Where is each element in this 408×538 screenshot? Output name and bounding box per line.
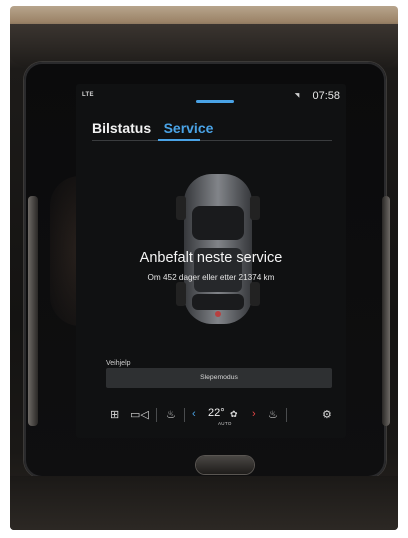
service-title: Anbefalt neste service — [139, 250, 283, 266]
auto-mode-label: AUTO — [218, 421, 232, 426]
gear-icon[interactable]: ⚙ — [322, 408, 332, 421]
service-subtitle: Om 452 dager eller etter 21374 km — [147, 273, 275, 282]
roadside-label: Veihjelp — [106, 360, 131, 367]
divider — [156, 408, 157, 422]
camera-icon[interactable]: ▭◁ — [130, 408, 149, 421]
grid-menu-icon[interactable]: ⊞ — [110, 408, 119, 421]
network-indicator: LTE — [82, 92, 94, 98]
volume-knob[interactable] — [196, 456, 254, 474]
console-bottom — [10, 476, 398, 530]
fan-icon[interactable]: ✿ — [230, 409, 238, 420]
status-bar: LTE ◥ 07:58 — [76, 84, 346, 106]
clock: 07:58 — [312, 90, 340, 102]
seat-heat-left-icon[interactable]: ♨ — [166, 408, 176, 421]
pull-down-handle[interactable] — [196, 100, 234, 103]
tab-service[interactable]: Service — [164, 120, 214, 136]
tab-bar: Bilstatus Service — [92, 120, 221, 138]
tow-mode-button[interactable]: Slepemodus — [106, 368, 332, 388]
tab-divider — [92, 140, 332, 141]
tab-active-underline — [158, 139, 200, 141]
divider — [184, 408, 185, 422]
divider — [286, 408, 287, 422]
infotainment-screen: LTE ◥ 07:58 Bilstatus Service Anbefalt n… — [76, 84, 346, 438]
tow-mode-label: Slepemodus — [200, 374, 238, 381]
status-right: ◥ 07:58 — [295, 90, 340, 102]
tab-bilstatus[interactable]: Bilstatus — [92, 120, 151, 136]
climate-bar: ⊞ ▭◁ ♨ ‹ 22° ✿ AUTO › ♨ ⚙ — [100, 402, 336, 428]
temp-down-icon[interactable]: ‹ — [192, 408, 196, 420]
seat-heat-right-icon[interactable]: ♨ — [268, 408, 278, 421]
temperature-value[interactable]: 22° — [208, 407, 225, 419]
signal-icon: ◥ — [294, 93, 300, 99]
car-top-view-icon — [176, 174, 260, 324]
left-trim — [28, 196, 38, 426]
right-trim — [382, 196, 390, 426]
temp-up-icon[interactable]: › — [252, 408, 256, 420]
